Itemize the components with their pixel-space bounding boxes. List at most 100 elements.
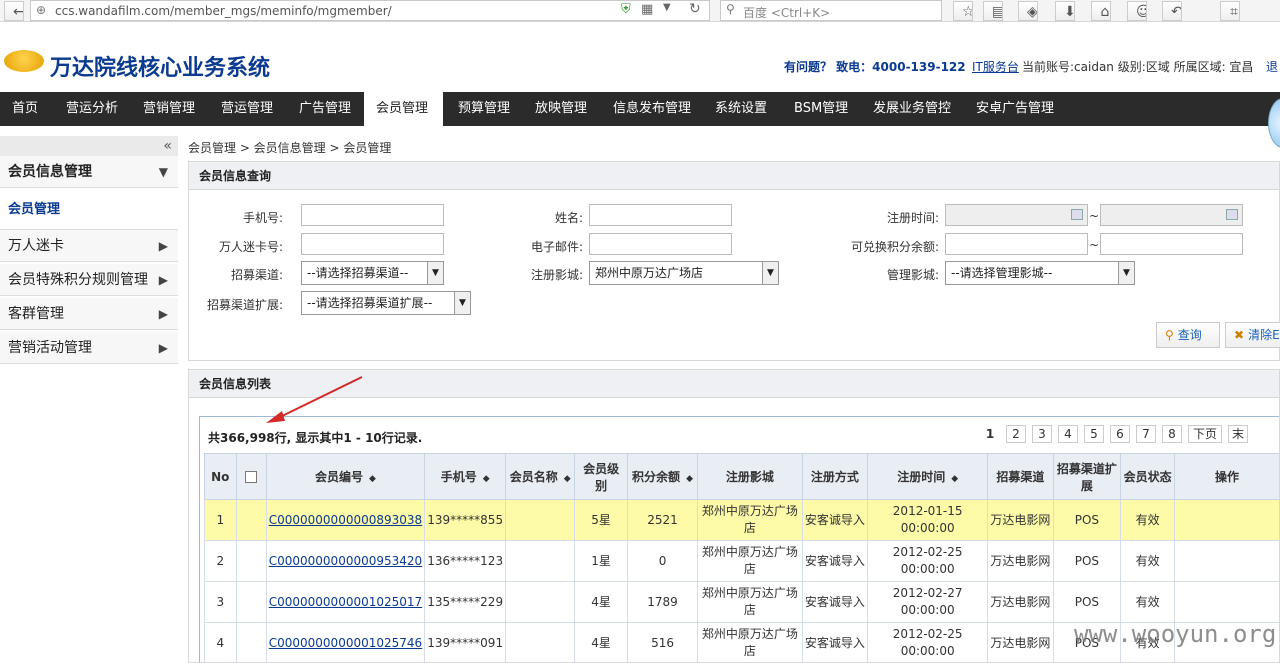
reload-icon[interactable]: ↻: [689, 1, 701, 17]
col-header-reg-method[interactable]: 注册方式: [801, 453, 868, 500]
reading-list-icon[interactable]: ▤: [983, 1, 1003, 21]
channel-ext-select[interactable]: --请选择招募渠道扩展-- ▼: [301, 291, 471, 315]
select-all-checkbox[interactable]: [245, 471, 258, 483]
channel-select[interactable]: --请选择招募渠道-- ▼: [301, 261, 444, 285]
sort-icon[interactable]: ◆: [686, 474, 693, 484]
col-header-points[interactable]: 积分余额 ◆: [627, 453, 698, 500]
undo-icon[interactable]: ↶: [1162, 1, 1182, 21]
sort-icon[interactable]: ◆: [483, 474, 490, 484]
page-link[interactable]: 1: [980, 426, 1000, 444]
sort-icon[interactable]: ◆: [951, 474, 958, 484]
col-header-channel[interactable]: 招募渠道: [987, 453, 1054, 500]
name-label: 姓名:: [554, 211, 583, 225]
table-row[interactable]: 1 C0000000000000893038 139*****855 5星 25…: [204, 499, 1279, 541]
name-input[interactable]: [589, 204, 732, 226]
page-link[interactable]: 2: [1006, 425, 1026, 443]
cell-channel: 万达电影网: [987, 540, 1054, 582]
star-icon[interactable]: ☆: [953, 1, 973, 21]
sort-icon[interactable]: ◆: [564, 474, 571, 484]
calendar-icon[interactable]: [1226, 209, 1238, 220]
logout-link[interactable]: 退: [1266, 58, 1278, 75]
col-header-member-name[interactable]: 会员名称 ◆: [505, 453, 576, 500]
cell-select: [235, 581, 267, 623]
sidebar-item-fan-card[interactable]: 万人迷卡 ▶: [0, 230, 178, 262]
reg-time-end-input[interactable]: [1100, 204, 1243, 226]
card-no-label: 万人迷卡号:: [218, 240, 283, 254]
sidebar-subitem-member-management[interactable]: 会员管理: [0, 190, 178, 230]
qr-icon[interactable]: ▦: [641, 2, 653, 17]
nav-item-budget[interactable]: 预算管理: [446, 92, 522, 126]
it-service-link[interactable]: IT服务台: [972, 58, 1019, 75]
nav-item-screening[interactable]: 放映管理: [523, 92, 599, 126]
nav-item-info-publish[interactable]: 信息发布管理: [601, 92, 703, 126]
next-page-link[interactable]: 下页: [1188, 425, 1222, 443]
sidebar-item-customer-groups[interactable]: 客群管理 ▶: [0, 298, 178, 330]
col-header-level[interactable]: 会员级别: [574, 453, 629, 500]
page-link[interactable]: 5: [1084, 425, 1104, 443]
member-id-link[interactable]: C0000000000001025017: [269, 595, 422, 609]
nav-item-members[interactable]: 会员管理: [364, 92, 443, 126]
sidebar-item-label: 会员信息管理: [8, 164, 92, 180]
page-link[interactable]: 6: [1110, 425, 1130, 443]
manage-cinema-select[interactable]: --请选择管理影城-- ▼: [945, 261, 1135, 285]
col-header-reg-time[interactable]: 注册时间 ◆: [866, 453, 989, 500]
nav-item-business-control[interactable]: 发展业务管控: [861, 92, 963, 126]
card-no-input[interactable]: [301, 233, 444, 255]
member-id-link[interactable]: C0000000000001025746: [269, 636, 422, 650]
points-max-input[interactable]: [1100, 233, 1243, 255]
table-row[interactable]: 2 C0000000000000953420 136*****123 1星 0 …: [204, 540, 1279, 582]
email-input[interactable]: [589, 233, 732, 255]
reg-cinema-select[interactable]: 郑州中原万达广场店 ▼: [589, 261, 779, 285]
back-icon[interactable]: ←: [4, 1, 24, 21]
home-icon[interactable]: ⌂: [1091, 1, 1111, 21]
address-bar[interactable]: ⊕ ccs.wandafilm.com/member_mgs/meminfo/m…: [30, 0, 710, 21]
cell-channel: 万达电影网: [987, 499, 1054, 541]
sidebar-item-label: 营销活动管理: [8, 340, 92, 356]
pocket-icon[interactable]: ◈: [1018, 1, 1038, 21]
sort-icon[interactable]: ◆: [369, 474, 376, 484]
cell-name: [505, 499, 576, 541]
sidebar-item-special-points[interactable]: 会员特殊积分规则管理 ▶: [0, 264, 178, 296]
page-link[interactable]: 3: [1032, 425, 1052, 443]
page-link[interactable]: 7: [1136, 425, 1156, 443]
nav-item-ads[interactable]: 广告管理: [287, 92, 363, 126]
col-header-phone[interactable]: 手机号 ◆: [424, 453, 507, 500]
cell-channel: 万达电影网: [987, 581, 1054, 623]
nav-item-home[interactable]: 首页: [0, 92, 50, 126]
browser-search-input[interactable]: ⚲ 百度 <Ctrl+K>: [720, 0, 942, 21]
shield-icon[interactable]: ⛨: [621, 2, 631, 17]
clear-button[interactable]: ✖ 清除E: [1225, 322, 1280, 348]
page-link[interactable]: 8: [1162, 425, 1182, 443]
member-id-link[interactable]: C0000000000000953420: [269, 554, 422, 568]
table-row[interactable]: 3 C0000000000001025017 135*****229 4星 17…: [204, 581, 1279, 623]
col-header-reg-cinema[interactable]: 注册影城: [697, 453, 803, 500]
sidebar-item-member-info[interactable]: 会员信息管理 ▼: [0, 156, 178, 188]
page-link[interactable]: 4: [1058, 425, 1078, 443]
points-min-input[interactable]: [945, 233, 1088, 255]
nav-item-marketing[interactable]: 营销管理: [131, 92, 207, 126]
member-id-link[interactable]: C0000000000000893038: [269, 513, 422, 527]
collapse-sidebar-icon[interactable]: «: [0, 136, 178, 156]
query-button[interactable]: ⚲ 查询: [1156, 322, 1220, 348]
search-icon: ⚲: [726, 2, 735, 16]
globe-icon: ⊕: [36, 3, 47, 17]
nav-item-android-ads[interactable]: 安卓广告管理: [964, 92, 1066, 126]
email-label: 电子邮件:: [530, 240, 583, 254]
sidebar: « 会员信息管理 ▼ 会员管理 万人迷卡 ▶ 会员特殊积分规则管理 ▶ 客群管理…: [0, 136, 178, 366]
dropdown-icon[interactable]: ▼: [663, 2, 671, 13]
phone-input[interactable]: [301, 204, 444, 226]
crop-icon[interactable]: ⌗: [1220, 1, 1240, 21]
reg-time-start-input[interactable]: [945, 204, 1088, 226]
download-icon[interactable]: ⬇: [1055, 1, 1075, 21]
last-page-link[interactable]: 末: [1228, 425, 1249, 443]
nav-item-ops-analysis[interactable]: 营运分析: [54, 92, 130, 126]
col-header-channel-ext[interactable]: 招募渠道扩展: [1052, 453, 1122, 500]
col-header-member-id[interactable]: 会员编号 ◆: [265, 453, 426, 500]
nav-item-settings[interactable]: 系统设置: [703, 92, 779, 126]
nav-item-operations[interactable]: 营运管理: [209, 92, 285, 126]
nav-item-bsm[interactable]: BSM管理: [782, 92, 860, 126]
sidebar-item-campaigns[interactable]: 营销活动管理 ▶: [0, 332, 178, 364]
col-header-status[interactable]: 会员状态: [1120, 453, 1176, 500]
calendar-icon[interactable]: [1071, 209, 1083, 220]
chat-icon[interactable]: ☺: [1127, 1, 1147, 21]
